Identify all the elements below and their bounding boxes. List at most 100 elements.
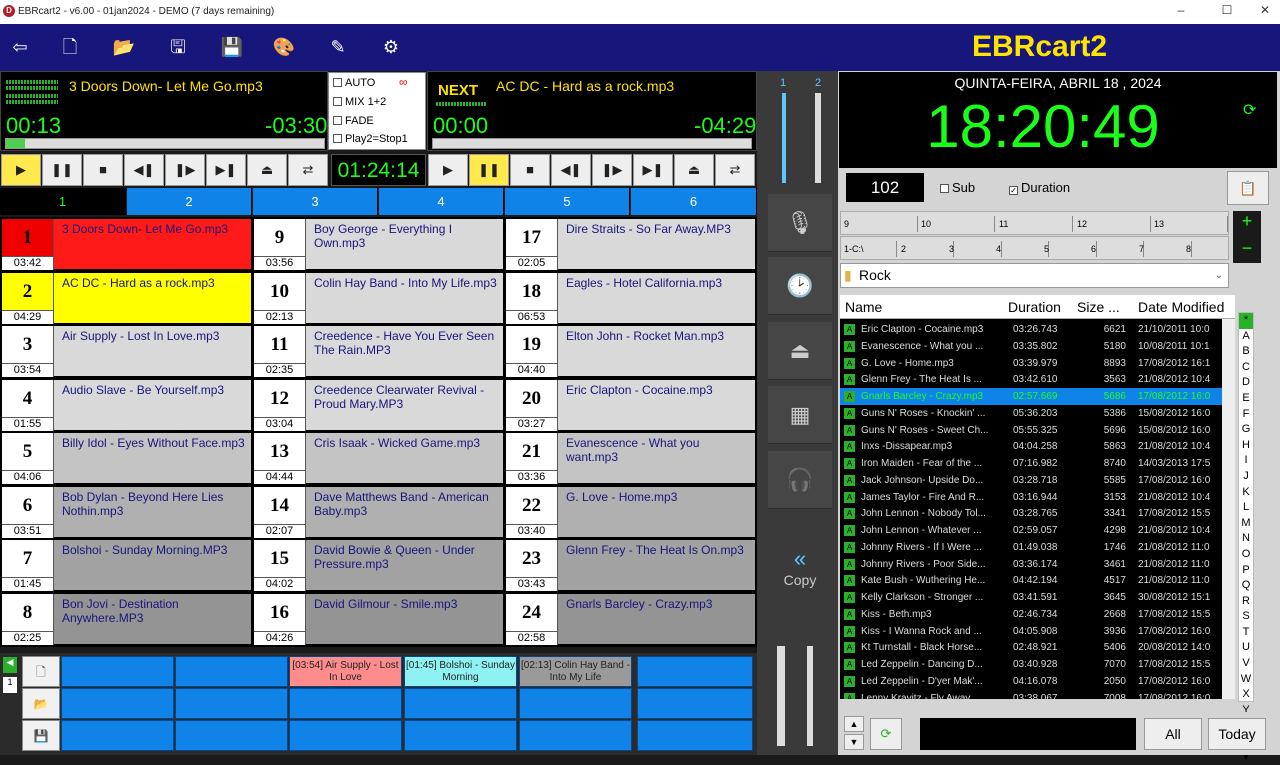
edit-icon[interactable]: ✎ xyxy=(326,36,350,60)
alpha-index-letter[interactable]: V xyxy=(1239,656,1253,672)
deck-1-rewind-button[interactable]: ◀❚ xyxy=(124,154,164,186)
col-size[interactable]: Size ... xyxy=(1077,299,1120,315)
playlist-slot[interactable] xyxy=(404,720,517,751)
playlist-slot[interactable] xyxy=(289,720,402,751)
deck-2-stop-button[interactable]: ■ xyxy=(510,154,550,186)
save-icon[interactable]: 💾 xyxy=(220,36,244,60)
deck-2-forward-button[interactable]: ❚▶ xyxy=(592,154,632,186)
cart-button[interactable]: 24 02:58 Gnarls Barcley - Crazy.mp3 xyxy=(505,592,756,645)
playlist-slot[interactable]: [03:54] Air Supply - Lost In Love xyxy=(289,656,402,687)
alpha-index-letter[interactable]: J xyxy=(1239,469,1253,485)
alpha-index-letter[interactable]: C xyxy=(1239,360,1253,376)
headphones-icon[interactable]: 🎧 xyxy=(768,451,832,509)
folder-tab[interactable]: 1-C:\ xyxy=(844,244,864,254)
open-list-icon[interactable]: 📂 xyxy=(22,688,60,719)
deck-1-loop-button[interactable]: ⇄ xyxy=(288,154,328,186)
new-file-icon[interactable]: 🗋 xyxy=(58,36,82,60)
file-row[interactable]: A Johnny Rivers - If I Were ... 01:49.038 1… xyxy=(840,539,1222,556)
exit-icon[interactable]: ⇦ xyxy=(8,36,32,60)
deck-2-progress[interactable] xyxy=(432,138,752,149)
master-fader[interactable] xyxy=(777,646,785,746)
folder-tab[interactable]: 5 xyxy=(1044,244,1049,254)
cart-button[interactable]: 4 01:55 Audio Slave - Be Yourself.mp3 xyxy=(1,378,252,431)
playlist-slot[interactable] xyxy=(61,720,174,751)
file-row[interactable]: A John Lennon - Nobody Tol... 03:28.765 334… xyxy=(840,505,1222,522)
page-tab-5[interactable]: 5 xyxy=(505,188,630,215)
sub-checkbox[interactable]: Sub xyxy=(940,180,975,195)
playlist-slot[interactable]: [01:45] Bolshoi - Sunday Morning xyxy=(404,656,517,687)
master-fader-2[interactable] xyxy=(807,646,813,746)
file-row[interactable]: A Led Zeppelin - D'yer Mak'... 04:16.078 20… xyxy=(840,673,1222,690)
alpha-index-letter[interactable]: H xyxy=(1239,438,1253,454)
folder-tab[interactable]: 13 xyxy=(1154,219,1164,229)
cart-button[interactable]: 5 04:06 Billy Idol - Eyes Without Face.mp3 xyxy=(1,432,252,484)
alpha-index-letter[interactable]: A xyxy=(1239,329,1253,345)
page-tab-1[interactable]: 1 xyxy=(0,188,126,215)
col-name[interactable]: Name xyxy=(845,299,882,315)
refresh-list-icon[interactable]: ⟳ xyxy=(870,718,902,750)
scrollbar[interactable] xyxy=(1222,319,1235,699)
deck-2-loop-button[interactable]: ⇄ xyxy=(715,154,755,186)
file-row[interactable]: A Guns N' Roses - Sweet Ch... 05:55.325 569… xyxy=(840,422,1222,439)
file-row[interactable]: A Evanescence - What you ... 03:35.802 5180… xyxy=(840,338,1222,355)
alpha-index-letter[interactable]: B xyxy=(1239,344,1253,360)
search-input[interactable] xyxy=(920,718,1136,750)
page-tab-2[interactable]: 2 xyxy=(127,188,252,215)
playlist-slot[interactable] xyxy=(637,688,753,719)
alpha-index-letter[interactable]: W xyxy=(1239,672,1253,688)
play2-stop1-checkbox[interactable]: Play2=Stop1 xyxy=(333,133,408,145)
cart-button[interactable]: 17 02:05 Dire Straits - So Far Away.MP3 xyxy=(505,218,756,270)
file-row[interactable]: A Lenny Kravitz - Fly Away ... 03:38.067 70… xyxy=(840,690,1222,699)
save-list-icon[interactable]: 💾 xyxy=(22,720,60,751)
deck-2-eject-button[interactable]: ⏏ xyxy=(674,154,714,186)
scroll-up-icon[interactable]: ▲ xyxy=(844,716,864,732)
cart-button[interactable]: 14 02:07 Dave Matthews Band - American Bab… xyxy=(253,485,504,538)
deck-1-eject-button[interactable]: ⏏ xyxy=(247,154,287,186)
new-list-icon[interactable]: 🗋 xyxy=(22,656,60,687)
close-button[interactable]: ✕ xyxy=(1250,3,1280,21)
col-date[interactable]: Date Modified xyxy=(1138,299,1224,315)
file-row[interactable]: A Inxs -Dissapear.mp3 04:04.258 5863 21/08/2… xyxy=(840,438,1222,455)
folder-tab[interactable]: 9 xyxy=(844,219,849,229)
cart-button[interactable]: 16 04:26 David Gilmour - Smile.mp3 xyxy=(253,592,504,645)
clock-icon[interactable]: 🕑 xyxy=(768,257,832,315)
cart-button[interactable]: 21 03:36 Evanescence - What you want.mp3 xyxy=(505,432,756,484)
folder-tab[interactable]: 4 xyxy=(996,244,1001,254)
cart-button[interactable]: 3 03:54 Air Supply - Lost In Love.mp3 xyxy=(1,325,252,377)
alpha-index-letter[interactable]: G xyxy=(1239,422,1253,438)
alpha-index-letter[interactable]: Q xyxy=(1239,578,1253,594)
file-row[interactable]: A Gnarls Barcley - Crazy.mp3 02:57.669 5686… xyxy=(840,388,1222,405)
copy-button[interactable]: « Copy xyxy=(768,546,832,604)
playlist-slot[interactable] xyxy=(61,688,174,719)
add-button[interactable]: + xyxy=(1233,211,1261,232)
deck-2-next-button[interactable]: ▶❚ xyxy=(633,154,673,186)
settings-icon[interactable]: ⚙ xyxy=(379,36,403,60)
alpha-index-letter[interactable]: P xyxy=(1239,563,1253,579)
alpha-index-letter[interactable]: O xyxy=(1239,547,1253,563)
cart-button[interactable]: 2 04:29 AC DC - Hard as a rock.mp3 xyxy=(1,271,252,324)
paste-button[interactable]: 📋 xyxy=(1227,171,1269,205)
file-row[interactable]: A Johnny Rivers - Poor Side... 03:36.174 34… xyxy=(840,556,1222,573)
fade-checkbox[interactable]: FADE xyxy=(333,115,374,127)
playlist-slot[interactable] xyxy=(175,720,288,751)
deck-2-play-button[interactable]: ▶ xyxy=(428,154,468,186)
today-button[interactable]: Today xyxy=(1208,718,1266,750)
folder-tab[interactable]: 8 xyxy=(1186,244,1191,254)
folder-tab[interactable]: 7 xyxy=(1139,244,1144,254)
file-row[interactable]: A Glenn Frey - The Heat Is ... 03:42.610 35… xyxy=(840,371,1222,388)
cart-button[interactable]: 18 06:53 Eagles - Hotel California.mp3 xyxy=(505,271,756,324)
folder-select[interactable]: ▮ Rock ⌄ xyxy=(840,263,1229,288)
cart-button[interactable]: 1 03:42 3 Doors Down- Let Me Go.mp3 xyxy=(1,218,252,270)
folder-tab[interactable]: 11 xyxy=(999,219,1008,229)
cart-button[interactable]: 12 03:04 Creedence Clearwater Revival - Pr… xyxy=(253,378,504,431)
playlist-slot[interactable] xyxy=(175,656,288,687)
fader-1-slider[interactable] xyxy=(782,93,786,183)
alpha-index-letter[interactable]: X xyxy=(1239,687,1253,703)
playlist-slot[interactable] xyxy=(519,720,632,751)
file-row[interactable]: A Iron Maiden - Fear of the ... 07:16.982 8… xyxy=(840,455,1222,472)
playlist-slot[interactable]: [02:13] Colin Hay Band - Into My Life xyxy=(519,656,632,687)
alpha-index-letter[interactable]: * xyxy=(1239,313,1253,329)
remove-button[interactable]: − xyxy=(1233,238,1261,259)
alpha-index-letter[interactable]: E xyxy=(1239,391,1253,407)
cart-button[interactable]: 20 03:27 Eric Clapton - Cocaine.mp3 xyxy=(505,378,756,431)
